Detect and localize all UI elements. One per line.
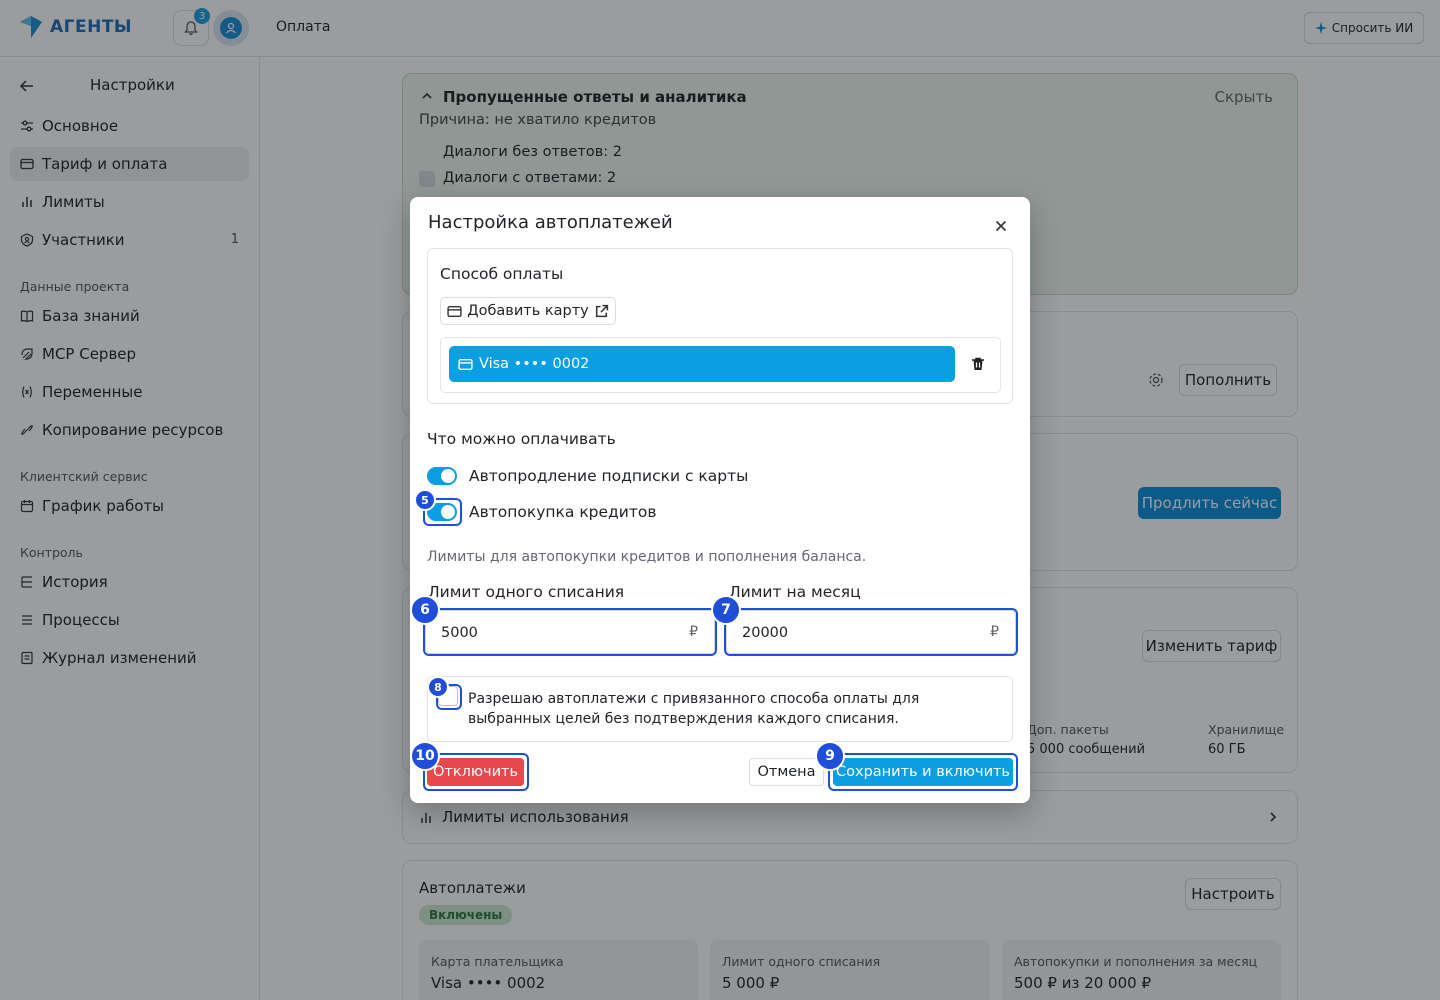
trash-icon[interactable] — [970, 356, 986, 372]
save-and-enable-button[interactable]: Сохранить и включить — [833, 758, 1013, 786]
cancel-button[interactable]: Отмена — [749, 758, 824, 786]
single-limit-value: 5000 — [441, 625, 478, 641]
close-icon[interactable] — [994, 219, 1008, 233]
payment-method-section: Способ оплаты Добавить карту Visa •••• 0… — [427, 248, 1013, 404]
limits-hint: Лимиты для автопокупки кредитов и пополн… — [427, 549, 867, 565]
credits-autobuy-row: Автопокупка кредитов — [427, 500, 657, 524]
saved-cards-list: Visa •••• 0002 — [440, 337, 1001, 393]
credit-card-icon — [458, 358, 473, 370]
marker-9: 9 — [815, 741, 845, 771]
marker-10: 10 — [410, 741, 440, 771]
external-link-icon — [595, 304, 608, 317]
consent-box: Разрешаю автоплатежи с привязанного спос… — [427, 676, 1013, 742]
monthly-limit-value: 20000 — [742, 625, 789, 641]
payment-method-title: Способ оплаты — [440, 265, 564, 283]
ruble-sign: ₽ — [689, 624, 698, 640]
marker-6: 6 — [410, 595, 440, 625]
autopay-settings-modal: Настройка автоплатежей Способ оплаты Доб… — [410, 197, 1030, 803]
modal-title: Настройка автоплатежей — [428, 212, 673, 233]
ruble-sign: ₽ — [990, 624, 999, 640]
subscription-autorenew-toggle[interactable] — [427, 467, 457, 485]
saved-card-visa-0002[interactable]: Visa •••• 0002 — [449, 346, 955, 382]
credit-card-icon — [447, 305, 462, 317]
disable-autopay-button[interactable]: Отключить — [427, 758, 524, 786]
marker-5: 5 — [414, 489, 436, 511]
monthly-limit-input[interactable]: 20000 ₽ — [726, 610, 1016, 654]
single-limit-label: Лимит одного списания — [428, 583, 625, 601]
marker-7: 7 — [711, 595, 741, 625]
consent-text: Разрешаю автоплатежи с привязанного спос… — [468, 691, 920, 727]
single-limit-input[interactable]: 5000 ₽ — [425, 610, 715, 654]
credits-autobuy-label: Автопокупка кредитов — [469, 503, 657, 521]
marker-8: 8 — [427, 676, 449, 698]
what-to-pay-title: Что можно оплачивать — [427, 430, 616, 448]
subscription-autorenew-label: Автопродление подписки с карты — [469, 467, 749, 485]
saved-card-label: Visa •••• 0002 — [479, 356, 590, 372]
monthly-limit-label: Лимит на месяц — [729, 583, 861, 601]
add-card-label: Добавить карту — [467, 303, 589, 319]
subscription-autorenew-row: Автопродление подписки с карты — [427, 464, 748, 488]
add-card-button[interactable]: Добавить карту — [440, 297, 616, 325]
